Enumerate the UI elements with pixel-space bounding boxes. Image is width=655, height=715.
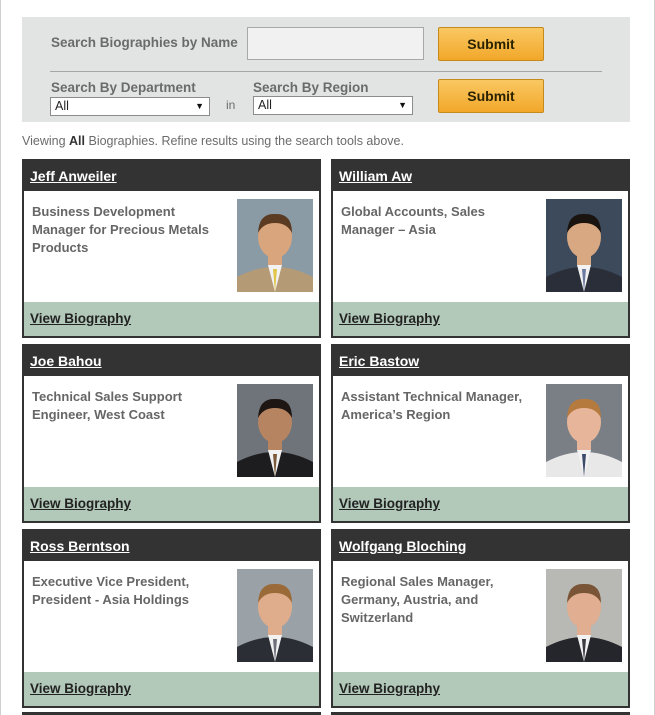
bio-name-link[interactable]: Ross Berntson: [30, 538, 130, 554]
department-label: Search By Department: [51, 80, 196, 95]
bio-job-title: Business Development Manager for Preciou…: [32, 204, 209, 255]
bio-name-link[interactable]: Joe Bahou: [30, 353, 102, 369]
bio-card: Ross Berntson Executive Vice President, …: [22, 529, 321, 708]
chevron-down-icon: ▼: [398, 100, 407, 110]
bio-job-title: Assistant Technical Manager, America’s R…: [341, 389, 523, 422]
card-header: Joe Bahou: [24, 346, 319, 376]
bio-job-title: Technical Sales Support Engineer, West C…: [32, 389, 183, 422]
card-footer: View Biography: [333, 487, 628, 521]
bio-card: Wolfgang Bloching Regional Sales Manager…: [331, 529, 630, 708]
search-divider: [50, 71, 602, 72]
card-footer: View Biography: [24, 302, 319, 336]
viewing-prefix: Viewing: [22, 134, 70, 148]
filter-submit-button[interactable]: Submit: [438, 79, 544, 113]
frame-left-border: [0, 0, 1, 715]
bio-job-title: Executive Vice President, President - As…: [32, 574, 190, 607]
bio-photo: [237, 384, 313, 477]
region-select[interactable]: All ▼: [253, 96, 413, 115]
view-biography-link[interactable]: View Biography: [30, 496, 131, 511]
bio-card: Joe Bahou Technical Sales Support Engine…: [22, 344, 321, 523]
card-footer: View Biography: [333, 302, 628, 336]
portrait-image: [237, 384, 313, 477]
chevron-down-icon: ▼: [195, 101, 204, 111]
view-biography-link[interactable]: View Biography: [339, 311, 440, 326]
bio-name-link[interactable]: Jeff Anweiler: [30, 168, 117, 184]
card-footer: View Biography: [24, 487, 319, 521]
bio-photo: [237, 569, 313, 662]
portrait-image: [546, 199, 622, 292]
card-header: Ross Berntson: [24, 531, 319, 561]
region-select-value: All: [258, 98, 272, 112]
search-name-input[interactable]: [247, 27, 424, 60]
view-biography-link[interactable]: View Biography: [30, 681, 131, 696]
department-select-value: All: [55, 99, 69, 113]
in-label: in: [226, 98, 236, 112]
card-footer: View Biography: [24, 672, 319, 706]
portrait-image: [237, 569, 313, 662]
bio-card: Jeff Anweiler Business Development Manag…: [22, 159, 321, 338]
bio-job-title: Global Accounts, Sales Manager – Asia: [341, 204, 486, 237]
card-header: Eric Bastow: [333, 346, 628, 376]
bio-job-title: Regional Sales Manager, Germany, Austria…: [341, 574, 494, 625]
bio-card: Eric Bastow Assistant Technical Manager,…: [331, 344, 630, 523]
bio-name-link[interactable]: Wolfgang Bloching: [339, 538, 466, 554]
portrait-image: [546, 569, 622, 662]
viewing-summary: Viewing All Biographies. Refine results …: [22, 134, 404, 148]
region-label: Search By Region: [253, 80, 369, 95]
card-header: William Aw: [333, 161, 628, 191]
bio-photo: [237, 199, 313, 292]
search-name-label: Search Biographies by Name: [51, 35, 238, 50]
bio-name-link[interactable]: Eric Bastow: [339, 353, 419, 369]
view-biography-link[interactable]: View Biography: [339, 496, 440, 511]
viewing-scope: All: [69, 134, 86, 148]
bio-card: William Aw Global Accounts, Sales Manage…: [331, 159, 630, 338]
bio-photo: [546, 569, 622, 662]
card-header: Jeff Anweiler: [24, 161, 319, 191]
viewing-suffix: Biographies. Refine results using the se…: [85, 134, 404, 148]
view-biography-link[interactable]: View Biography: [30, 311, 131, 326]
search-panel: Search Biographies by Name Submit Search…: [22, 17, 630, 122]
bio-name-link[interactable]: William Aw: [339, 168, 412, 184]
card-footer: View Biography: [333, 672, 628, 706]
bio-photo: [546, 384, 622, 477]
portrait-image: [546, 384, 622, 477]
department-select[interactable]: All ▼: [50, 97, 210, 116]
name-submit-button[interactable]: Submit: [438, 27, 544, 61]
view-biography-link[interactable]: View Biography: [339, 681, 440, 696]
bio-photo: [546, 199, 622, 292]
portrait-image: [237, 199, 313, 292]
card-header: Wolfgang Bloching: [333, 531, 628, 561]
